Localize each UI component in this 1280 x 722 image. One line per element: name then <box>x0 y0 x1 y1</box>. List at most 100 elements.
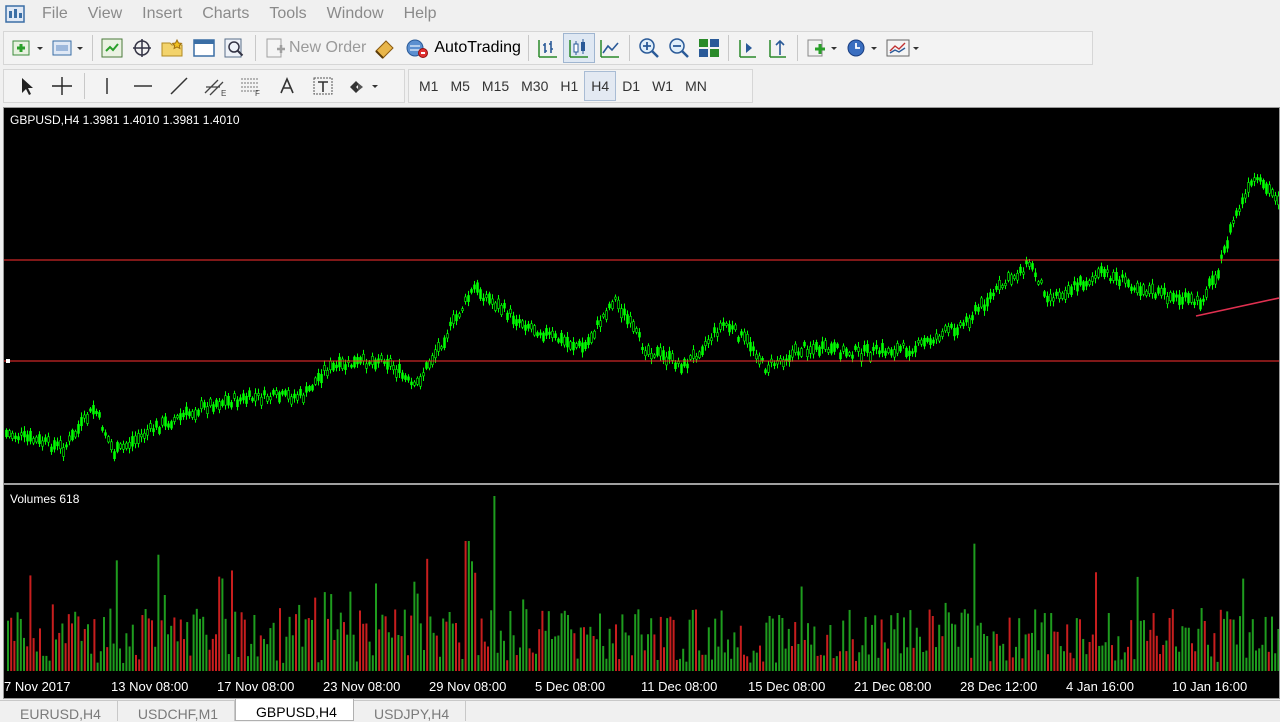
bar-chart-button[interactable] <box>533 33 563 63</box>
arrows-button[interactable] <box>341 71 385 101</box>
volume-bar <box>163 595 166 671</box>
crosshair-button[interactable] <box>44 71 80 101</box>
timeframe-m30[interactable]: M30 <box>515 71 554 101</box>
candlesticks-button[interactable] <box>562 33 595 63</box>
volume-bar <box>1024 634 1027 671</box>
autotrading-label: AutoTrading <box>434 39 521 56</box>
candle-body <box>857 346 860 352</box>
text-label-button[interactable] <box>305 71 341 101</box>
volume-bar <box>275 660 278 671</box>
tile-windows-button[interactable] <box>694 33 724 63</box>
timeframe-m1[interactable]: M1 <box>413 71 444 101</box>
volume-bar <box>605 658 608 671</box>
candle-body <box>914 345 917 353</box>
volume-bar <box>1149 629 1152 671</box>
volume-bar <box>336 629 339 671</box>
candle-body <box>1118 279 1121 286</box>
chart-window[interactable]: GBPUSD,H4 1.3981 1.4010 1.3981 1.4010 Vo… <box>3 107 1280 699</box>
volume-bar <box>1066 624 1069 671</box>
volume-bar <box>1187 627 1190 671</box>
volume-bar <box>663 647 665 671</box>
text-button[interactable] <box>269 71 305 101</box>
market-watch-button[interactable] <box>97 33 127 63</box>
volume-bar <box>554 636 557 671</box>
navigator-button[interactable] <box>157 33 189 63</box>
zoom-in-button[interactable] <box>634 33 664 63</box>
cursor-button[interactable] <box>8 71 44 101</box>
candle-body <box>713 327 716 333</box>
new-order-button[interactable]: New Order <box>260 33 369 63</box>
candle-body <box>662 350 665 360</box>
timeframe-h4[interactable]: H4 <box>584 71 617 101</box>
candle-body <box>563 336 566 346</box>
volume-bar <box>183 639 185 671</box>
tab-usdchf-m1[interactable]: USDCHF,M1 <box>118 701 236 722</box>
candle-body <box>119 443 122 449</box>
line-chart-button[interactable] <box>595 33 625 63</box>
volume-bar <box>931 616 934 671</box>
menu-help[interactable]: Help <box>396 5 449 23</box>
menu-tools[interactable]: Tools <box>261 5 318 23</box>
new-chart-button[interactable] <box>8 33 48 63</box>
strategy-tester-button[interactable] <box>219 33 251 63</box>
equidistant-channel-button[interactable]: E <box>197 71 233 101</box>
candle-body <box>104 432 107 436</box>
candle-body <box>1085 281 1088 287</box>
timeframe-m15[interactable]: M15 <box>476 71 515 101</box>
candle-body <box>980 297 983 308</box>
candle-body <box>197 409 200 416</box>
candle-body <box>1022 271 1025 275</box>
timeframe-d1[interactable]: D1 <box>616 71 646 101</box>
candle-body <box>527 323 530 329</box>
volume-bar <box>1053 631 1056 671</box>
tab-usdjpy-h4[interactable]: USDJPY,H4 <box>354 701 467 722</box>
bar-chart-icon <box>538 40 557 58</box>
candle-body <box>1163 287 1166 295</box>
volume-bar <box>829 624 832 671</box>
timeframe-h1[interactable]: H1 <box>554 71 584 101</box>
candle-body <box>902 342 905 346</box>
chart-shift-button[interactable] <box>733 33 763 63</box>
autotrading-button[interactable]: AutoTrading <box>401 33 524 63</box>
volume-bar <box>928 609 931 671</box>
volume-bar <box>963 609 966 671</box>
profiles-button[interactable] <box>48 33 88 63</box>
chart-canvas[interactable]: GBPUSD,H4 1.3981 1.4010 1.3981 1.4010 Vo… <box>4 108 1279 698</box>
line-anchor-marker[interactable] <box>6 359 10 363</box>
menu-view[interactable]: View <box>80 5 134 23</box>
horizontal-line-button[interactable] <box>125 71 161 101</box>
volume-bar <box>1184 627 1187 671</box>
indicators-button[interactable] <box>802 33 842 63</box>
volume-bar <box>157 554 160 671</box>
tab-gbpusd-h4[interactable]: GBPUSD,H4 <box>235 699 354 721</box>
timeframe-w1[interactable]: W1 <box>646 71 679 101</box>
templates-button[interactable] <box>882 33 924 63</box>
volume-bar <box>208 649 211 671</box>
metaeditor-button[interactable] <box>369 33 401 63</box>
terminal-button[interactable] <box>189 33 219 63</box>
line-chart-icon <box>600 40 619 58</box>
menu-file[interactable]: File <box>34 5 80 23</box>
trendline-button[interactable] <box>161 71 197 101</box>
volume-bar <box>477 655 480 671</box>
menu-insert[interactable]: Insert <box>134 5 194 23</box>
candle-body <box>314 377 317 385</box>
volume-bar <box>967 613 969 671</box>
periods-button[interactable] <box>842 33 882 63</box>
vertical-line-button[interactable] <box>89 71 125 101</box>
candle-body <box>1154 293 1157 299</box>
candle-body <box>179 413 182 421</box>
autoscroll-button[interactable] <box>763 33 793 63</box>
candle-body <box>359 357 362 364</box>
candle-body <box>68 435 71 442</box>
tab-eurusd-h4[interactable]: EURUSD,H4 <box>0 701 118 722</box>
menu-window[interactable]: Window <box>319 5 396 23</box>
data-window-button[interactable] <box>127 33 157 63</box>
volume-bar <box>509 611 512 671</box>
volume-bar <box>899 653 902 671</box>
timeframe-mn[interactable]: MN <box>679 71 713 101</box>
zoom-out-button[interactable] <box>664 33 694 63</box>
menu-charts[interactable]: Charts <box>194 5 261 23</box>
fibonacci-button[interactable]: F <box>233 71 269 101</box>
timeframe-m5[interactable]: M5 <box>444 71 475 101</box>
